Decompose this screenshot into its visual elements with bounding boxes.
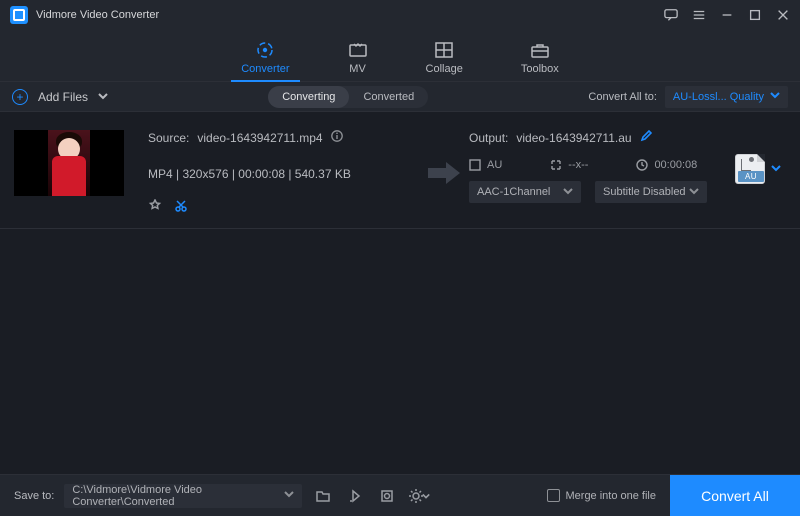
main-nav: Converter MV Collage Toolbox [0,30,800,82]
toolbox-icon [530,41,550,59]
video-thumbnail[interactable] [14,130,124,196]
chevron-down-icon[interactable] [771,160,781,178]
tab-toolbox[interactable]: Toolbox [521,41,559,81]
item-list: Source: video-1643942711.mp4 MP4 | 320x5… [0,112,800,474]
mv-icon [348,41,368,59]
info-icon[interactable] [331,130,343,145]
tab-collage[interactable]: Collage [426,41,463,81]
arrow-column [419,130,469,193]
saveto-path: C:\Vidmore\Vidmore Video Converter\Conve… [72,484,284,508]
converter-icon [255,41,275,59]
output-column: Output: video-1643942711.au AU --x-- 00:… [469,130,730,203]
format-badge-text: AU [738,171,764,182]
merge-checkbox-wrap[interactable]: Merge into one file [547,489,657,502]
bottom-bar: Save to: C:\Vidmore\Vidmore Video Conver… [0,474,800,516]
toolbar-right: Convert All to: AU-Lossl... Quality [588,86,788,108]
output-format-short: AU [487,159,502,171]
title-bar-right [664,8,790,22]
thumbnail-image [48,130,90,196]
merge-label: Merge into one file [566,490,657,502]
merge-checkbox[interactable] [547,489,560,502]
output-dropdowns: AAC-1Channel Subtitle Disabled [469,181,730,203]
output-label: Output: [469,131,508,145]
minimize-icon[interactable] [720,8,734,22]
effects-icon[interactable] [148,199,162,218]
subtab-converting[interactable]: Converting [268,86,349,108]
settings-icon[interactable] [408,485,430,507]
convert-all-button[interactable]: Convert All [670,475,800,516]
add-files-button[interactable]: + Add Files [12,89,108,105]
output-resolution: --x-- [568,159,588,171]
arrow-right-icon [426,158,462,193]
format-small-icon [469,159,481,171]
conversion-item: Source: video-1643942711.mp4 MP4 | 320x5… [0,112,800,229]
expand-icon [550,159,562,171]
source-label: Source: [148,131,189,145]
trim-icon[interactable] [174,199,188,218]
audio-track-value: AAC-1Channel [477,186,550,198]
speed-icon[interactable] [344,485,366,507]
subtab-converted[interactable]: Converted [349,86,428,108]
title-bar-left: Vidmore Video Converter [10,6,159,24]
output-duration-info: 00:00:08 [636,159,697,171]
tab-converter[interactable]: Converter [241,41,289,81]
subtab-switch: Converting Converted [268,86,428,108]
title-bar: Vidmore Video Converter [0,0,800,30]
source-line: Source: video-1643942711.mp4 [148,130,409,145]
audio-track-dropdown[interactable]: AAC-1Channel [469,181,581,203]
chevron-down-icon [770,90,780,103]
add-files-label: Add Files [38,90,88,104]
saveto-dropdown[interactable]: C:\Vidmore\Vidmore Video Converter\Conve… [64,484,302,508]
tab-label: MV [349,63,366,75]
output-duration: 00:00:08 [654,159,697,171]
tab-mv[interactable]: MV [348,41,368,81]
chevron-down-icon [98,90,108,104]
output-resolution-info: --x-- [550,159,588,171]
tab-label: Collage [426,63,463,75]
close-icon[interactable] [776,8,790,22]
output-info-row: AU --x-- 00:00:08 [469,159,730,171]
output-line: Output: video-1643942711.au [469,130,730,145]
convert-all-to-label: Convert All to: [588,91,656,103]
output-format-dropdown[interactable]: AU-Lossl... Quality [665,86,788,108]
chevron-down-icon [284,489,294,502]
source-filename: video-1643942711.mp4 [197,131,322,145]
menu-icon[interactable] [692,8,706,22]
subtitle-dropdown[interactable]: Subtitle Disabled [595,181,707,203]
app-title: Vidmore Video Converter [36,9,159,21]
convert-all-label: Convert All [701,488,769,504]
chevron-down-icon [563,186,573,199]
source-metadata: MP4 | 320x576 | 00:00:08 | 540.37 KB [148,167,409,181]
edit-icon[interactable] [640,130,652,145]
format-badge-icon[interactable]: AU [735,154,765,184]
item-action-icons [148,199,409,218]
clock-icon [636,159,648,171]
thumbnail-column [14,130,148,196]
feedback-icon[interactable] [664,8,678,22]
tab-label: Toolbox [521,63,559,75]
source-column: Source: video-1643942711.mp4 MP4 | 320x5… [148,130,419,218]
saveto-label: Save to: [14,490,54,502]
output-format-info: AU [469,159,502,171]
maximize-icon[interactable] [748,8,762,22]
subtitle-value: Subtitle Disabled [603,186,686,198]
gpu-icon[interactable] [376,485,398,507]
collage-icon [434,41,454,59]
plus-icon: + [12,89,28,105]
open-folder-icon[interactable] [312,485,334,507]
output-filename: video-1643942711.au [516,131,631,145]
toolbar: + Add Files Converting Converted Convert… [0,82,800,112]
tab-label: Converter [241,63,289,75]
chevron-down-icon [689,186,699,199]
output-format-value: AU-Lossl... Quality [673,91,764,103]
item-format-column: AU [730,130,786,184]
app-logo-icon [10,6,28,24]
